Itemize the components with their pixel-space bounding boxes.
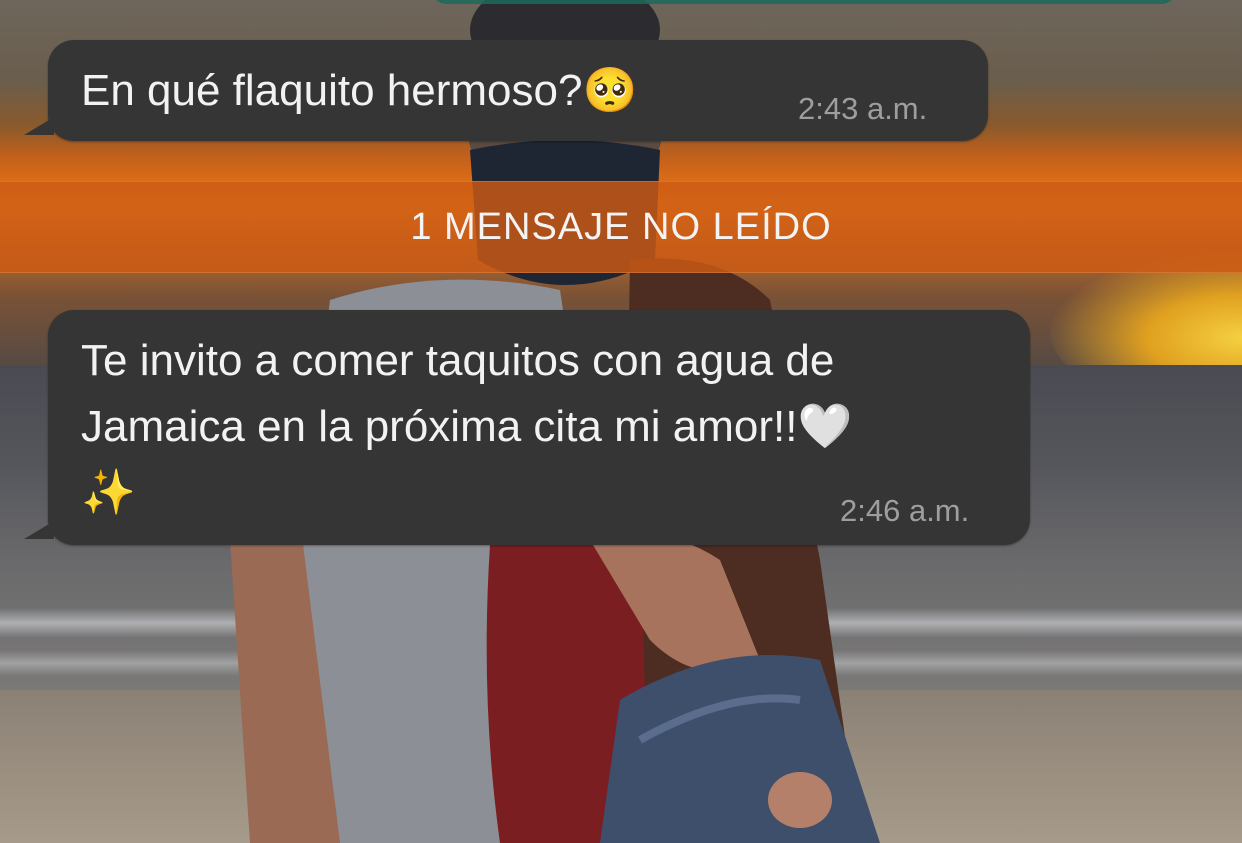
message-timestamp: 2:43 a.m. (798, 91, 928, 126)
unread-count-label: 1 MENSAJE NO LEÍDO (410, 206, 832, 248)
message-line: Jamaica en la próxima cita mi amor!! (81, 402, 798, 451)
bubble-tail (24, 117, 54, 135)
message-timestamp: 2:46 a.m. (840, 493, 970, 528)
message-line: Te invito a comer taquitos con agua de (81, 336, 835, 385)
pleading-face-emoji: 🥺 (582, 66, 638, 115)
message-text: ✨ (81, 460, 136, 526)
message-text: Jamaica en la próxima cita mi amor!!🤍 (81, 394, 852, 460)
unread-messages-divider: 1 MENSAJE NO LEÍDO (0, 181, 1242, 273)
incoming-message[interactable]: Te invito a comer taquitos con agua de J… (24, 310, 1030, 545)
previous-message-bubble[interactable] (432, 0, 1176, 4)
chat-thread[interactable]: En qué flaquito hermoso?🥺 2:43 a.m. 1 ME… (0, 0, 1242, 843)
message-text: En qué flaquito hermoso?🥺 (81, 58, 637, 124)
bubble-tail (24, 521, 54, 539)
message-body: En qué flaquito hermoso? (81, 66, 583, 115)
white-heart-emoji: 🤍 (797, 402, 853, 451)
incoming-message[interactable]: En qué flaquito hermoso?🥺 2:43 a.m. (24, 40, 988, 141)
sparkles-emoji: ✨ (81, 468, 136, 517)
message-text: Te invito a comer taquitos con agua de (81, 328, 834, 394)
